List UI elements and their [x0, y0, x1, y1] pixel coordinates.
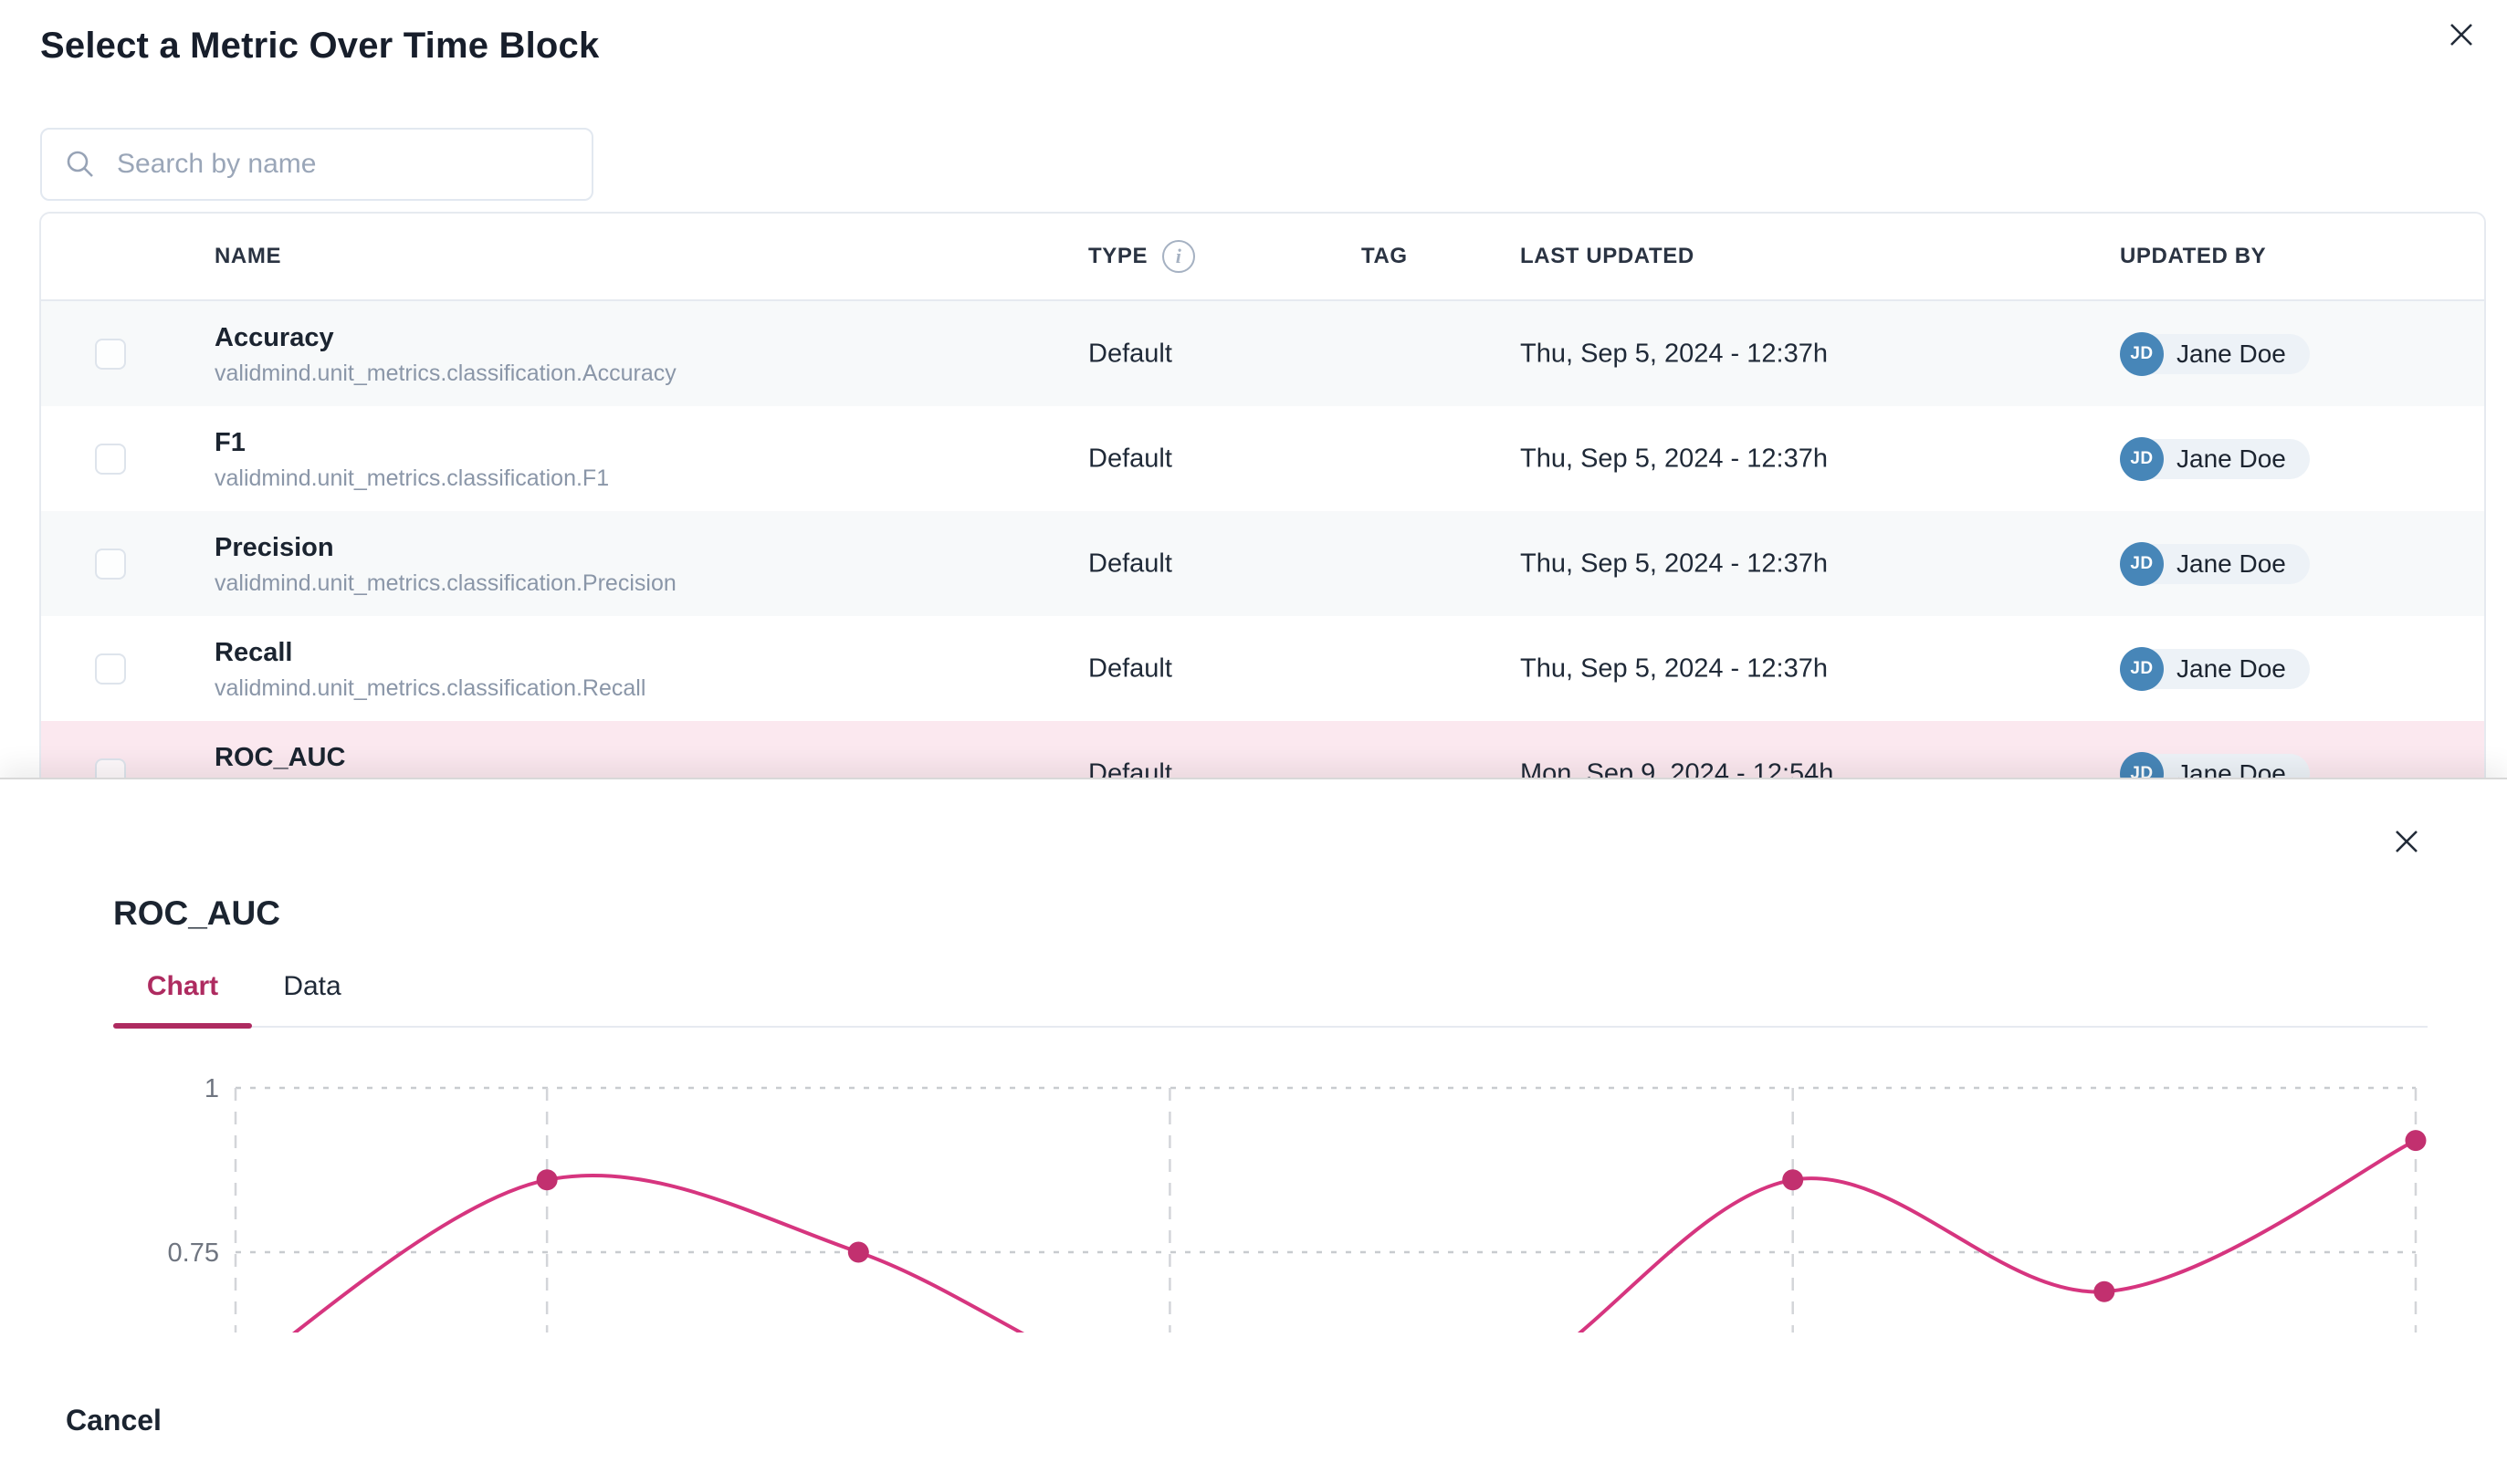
- metric-name: Accuracy: [215, 321, 677, 354]
- metric-name: Precision: [215, 531, 677, 564]
- metric-last-updated: Thu, Sep 5, 2024 - 12:37h: [1520, 339, 1828, 369]
- metric-path: validmind.unit_metrics.classification.Pr…: [215, 570, 677, 597]
- table-header: NAME TYPE i TAG LAST UPDATED UPDATED BY: [41, 214, 2484, 301]
- metric-type: Default: [1088, 339, 1172, 369]
- metric-name: ROC_AUC: [215, 741, 694, 774]
- tab-data[interactable]: Data: [252, 971, 372, 1026]
- svg-text:1: 1: [205, 1074, 219, 1103]
- tabs: Chart Data: [113, 971, 2428, 1028]
- info-icon[interactable]: i: [1162, 240, 1195, 273]
- search-icon: [64, 148, 97, 181]
- metric-line-chart: 10.75: [113, 1051, 2465, 1332]
- svg-text:0.75: 0.75: [168, 1238, 219, 1268]
- metric-type: Default: [1088, 444, 1172, 474]
- metric-last-updated: Thu, Sep 5, 2024 - 12:37h: [1520, 653, 1828, 684]
- metric-path: validmind.unit_metrics.classification.F1: [215, 465, 609, 492]
- row-checkbox[interactable]: [95, 444, 126, 475]
- table-row[interactable]: Recall validmind.unit_metrics.classificat…: [41, 616, 2484, 721]
- page-title: Select a Metric Over Time Block: [40, 26, 599, 67]
- col-type: TYPE i: [1088, 240, 1195, 273]
- preview-panel: ROC_AUC Chart Data 10.75: [0, 778, 2507, 1484]
- table-row[interactable]: Accuracy validmind.unit_metrics.classific…: [41, 301, 2484, 406]
- metric-name: Recall: [215, 636, 645, 669]
- metric-modal: Select a Metric Over Time Block NAME TYP…: [0, 0, 2507, 1484]
- metric-name: F1: [215, 426, 609, 459]
- row-checkbox[interactable]: [95, 653, 126, 685]
- row-checkbox[interactable]: [95, 339, 126, 370]
- close-icon[interactable]: [2386, 821, 2427, 862]
- close-icon[interactable]: [2441, 15, 2481, 55]
- avatar: JD: [2120, 332, 2164, 376]
- search-box: [40, 128, 593, 201]
- updated-by-tag: JDJane Doe: [2120, 437, 2310, 481]
- avatar: JD: [2120, 437, 2164, 481]
- metric-type: Default: [1088, 653, 1172, 684]
- search-input[interactable]: [117, 149, 555, 180]
- chart-area: 10.75: [113, 1051, 2465, 1332]
- cancel-button[interactable]: Cancel: [66, 1404, 162, 1437]
- col-name: NAME: [215, 244, 281, 269]
- metric-path: validmind.unit_metrics.classification.Re…: [215, 674, 645, 702]
- col-updated-by: UPDATED BY: [2120, 244, 2266, 269]
- col-type-label: TYPE: [1088, 244, 1148, 269]
- metric-type: Default: [1088, 549, 1172, 579]
- avatar: JD: [2120, 647, 2164, 691]
- avatar: JD: [2120, 542, 2164, 586]
- row-checkbox[interactable]: [95, 549, 126, 580]
- updated-by-tag: JDJane Doe: [2120, 332, 2310, 376]
- metrics-table: NAME TYPE i TAG LAST UPDATED UPDATED BY …: [39, 212, 2486, 824]
- metric-path: validmind.unit_metrics.classification.Ac…: [215, 360, 677, 387]
- table-row[interactable]: F1 validmind.unit_metrics.classification.…: [41, 406, 2484, 511]
- panel-title: ROC_AUC: [113, 894, 280, 933]
- table-row[interactable]: Precision validmind.unit_metrics.classifi…: [41, 511, 2484, 616]
- metric-last-updated: Thu, Sep 5, 2024 - 12:37h: [1520, 444, 1828, 474]
- col-tag: TAG: [1361, 244, 1408, 269]
- updated-by-tag: JDJane Doe: [2120, 647, 2310, 691]
- col-last-updated: LAST UPDATED: [1520, 244, 1694, 269]
- table-body: Accuracy validmind.unit_metrics.classific…: [41, 301, 2484, 824]
- tab-chart[interactable]: Chart: [113, 971, 252, 1026]
- updated-by-tag: JDJane Doe: [2120, 542, 2310, 586]
- metric-last-updated: Thu, Sep 5, 2024 - 12:37h: [1520, 549, 1828, 579]
